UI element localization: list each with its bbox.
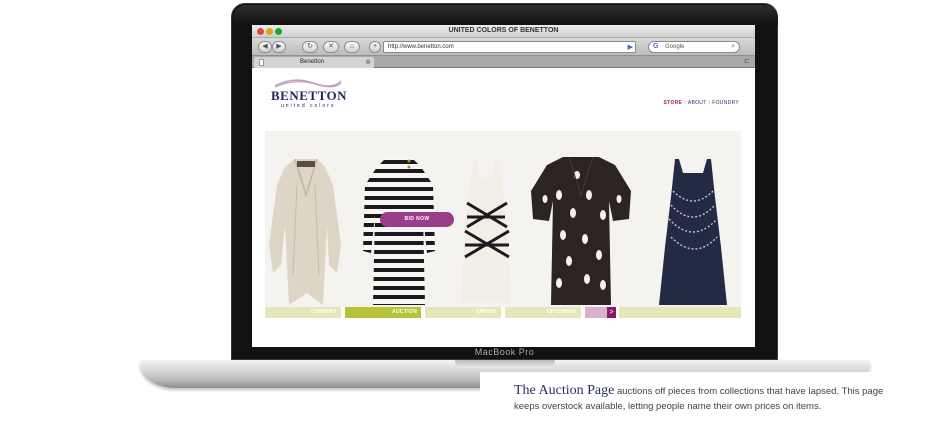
cream-cardigan-image[interactable] bbox=[267, 155, 345, 305]
collection-tabs: CURRENT AUCTION SPRING UPCOMING > bbox=[265, 307, 741, 318]
tab-benetton[interactable]: Benetton ⊗ bbox=[254, 57, 374, 68]
address-value: http://www.benetton.com bbox=[388, 44, 454, 50]
cross-strap-dress-image[interactable] bbox=[455, 157, 517, 305]
caption-line-2: keeps overstock available, letting peopl… bbox=[514, 401, 822, 412]
tab-label: Benetton bbox=[300, 59, 325, 65]
home-button[interactable]: ⌂ bbox=[344, 41, 360, 53]
address-bar[interactable]: http://www.benetton.com ▶ bbox=[383, 41, 636, 53]
caption-title: The Auction Page bbox=[514, 383, 615, 398]
reload-button[interactable]: ↻ bbox=[302, 41, 318, 53]
google-icon: G bbox=[653, 43, 659, 50]
tab-next-placeholder[interactable] bbox=[585, 307, 607, 318]
logo-wordmark: BENETTON bbox=[271, 88, 348, 103]
presentation-stage: MacBook Pro UNITED COLORS OF BENETTON ◀ … bbox=[0, 0, 950, 423]
tab-filler bbox=[619, 307, 741, 318]
bid-now-button[interactable]: BID NOW bbox=[393, 215, 441, 224]
rss-icon[interactable]: ⊏ bbox=[744, 57, 750, 65]
cutout-cardigan-image[interactable] bbox=[529, 155, 633, 305]
laptop-brand-label: MacBook Pro bbox=[474, 347, 535, 357]
nav-foundry[interactable]: FOUNDRY bbox=[712, 100, 739, 106]
tab-spring[interactable]: SPRING bbox=[425, 307, 501, 318]
caption-line-1: auctions off pieces from collections tha… bbox=[614, 386, 884, 397]
window-title: UNITED COLORS OF BENETTON bbox=[448, 27, 559, 34]
go-arrow-icon[interactable]: ▶ bbox=[628, 43, 633, 53]
search-icon: ⌕ bbox=[731, 43, 735, 50]
stop-button[interactable]: ✕ bbox=[323, 41, 339, 53]
striped-dress-image[interactable] bbox=[361, 155, 437, 305]
laptop-notch bbox=[455, 360, 555, 368]
search-field[interactable]: G Google ⌕ bbox=[648, 41, 740, 53]
logo-swoosh-icon bbox=[274, 79, 342, 88]
benetton-logo[interactable]: BENETTON united colors bbox=[269, 78, 348, 109]
caption-box: The Auction Page auctions off pieces fro… bbox=[480, 372, 950, 423]
forward-button[interactable]: ▶ bbox=[272, 41, 286, 53]
site-nav: STORE / ABOUT / FOUNDRY bbox=[663, 100, 739, 106]
nav-about[interactable]: ABOUT bbox=[688, 100, 707, 106]
browser-titlebar: UNITED COLORS OF BENETTON bbox=[252, 25, 755, 38]
browser-toolbar: ◀ ▶ ↻ ✕ ⌂ + http://www.benetton.com ▶ G … bbox=[252, 38, 755, 56]
web-page: BENETTON united colors STORE / ABOUT / FOUND… bbox=[252, 69, 755, 347]
tab-upcoming[interactable]: UPCOMING bbox=[505, 307, 581, 318]
nav-store[interactable]: STORE bbox=[663, 100, 682, 106]
search-placeholder: Google bbox=[665, 44, 685, 50]
back-button[interactable]: ◀ bbox=[258, 41, 272, 53]
tab-current[interactable]: CURRENT bbox=[265, 307, 341, 318]
laptop-screen: UNITED COLORS OF BENETTON ◀ ▶ ↻ ✕ ⌂ + ht… bbox=[252, 25, 755, 347]
tab-auction[interactable]: AUCTION bbox=[345, 307, 421, 318]
next-arrow-button[interactable]: > bbox=[607, 307, 616, 318]
add-bookmark-button[interactable]: + bbox=[369, 41, 381, 53]
document-icon bbox=[259, 59, 264, 66]
logo-tagline: united colors bbox=[281, 103, 336, 109]
tab-close-icon[interactable]: ⊗ bbox=[365, 57, 371, 68]
auction-gallery: BID NOW bbox=[265, 131, 741, 307]
browser-tabbar: Benetton ⊗ ⊏ bbox=[252, 56, 755, 68]
beaded-dress-image[interactable] bbox=[651, 157, 735, 307]
